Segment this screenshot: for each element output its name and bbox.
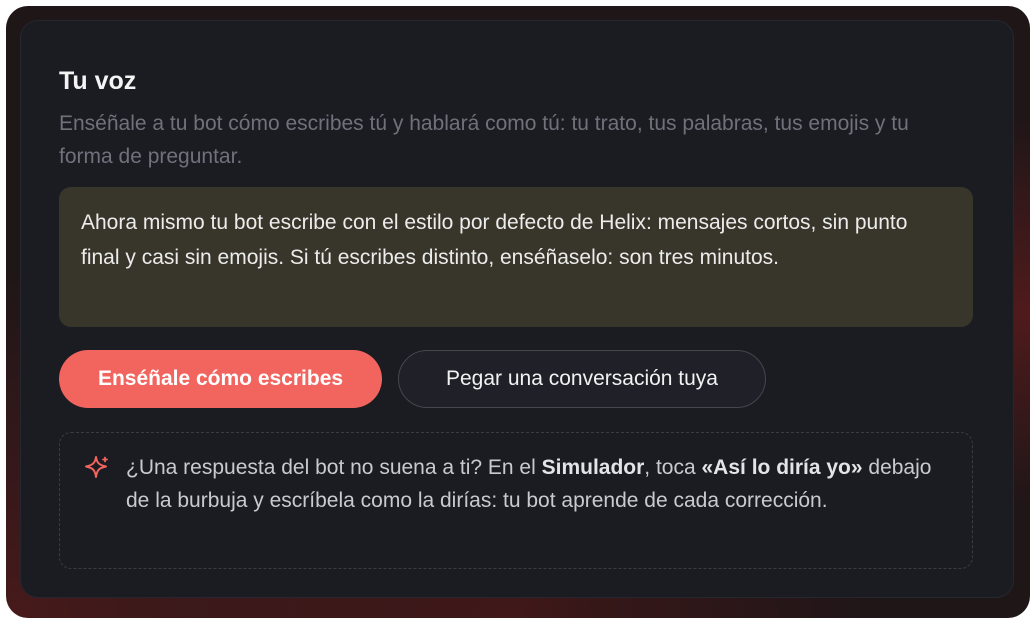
tip-text-part1: ¿Una respuesta del bot no suena a ti? En… <box>126 456 542 479</box>
voice-settings-card: Tu voz Enséñale a tu bot cómo escribes t… <box>20 20 1014 598</box>
tip-text-part2: , toca <box>644 456 702 479</box>
correction-action-label: «Así lo diría yo» <box>701 456 863 479</box>
teach-writing-button[interactable]: Enséñale cómo escribes <box>59 350 382 408</box>
tip-text: ¿Una respuesta del bot no suena a ti? En… <box>126 451 956 517</box>
paste-conversation-button[interactable]: Pegar una conversación tuya <box>398 350 766 408</box>
window-frame: Tu voz Enséñale a tu bot cómo escribes t… <box>6 6 1030 618</box>
simulator-tip-box: ¿Una respuesta del bot no suena a ti? En… <box>59 432 973 569</box>
card-title: Tu voz <box>59 67 137 95</box>
sparkle-icon <box>84 455 110 481</box>
default-style-notice: Ahora mismo tu bot escribe con el estilo… <box>59 187 973 327</box>
card-subtitle: Enséñale a tu bot cómo escribes tú y hab… <box>59 112 909 168</box>
simulator-link: Simulador <box>541 456 645 479</box>
